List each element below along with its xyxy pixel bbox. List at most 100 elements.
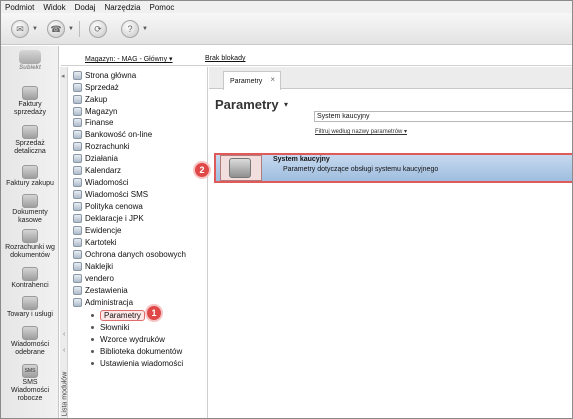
filter-parameters-link[interactable]: Filtruj według nazwy parametrów ▾ — [315, 128, 407, 135]
menu-widok[interactable]: Widok — [43, 3, 65, 12]
app-logo: Subiekt — [7, 50, 53, 78]
app-window: Podmiot Widok Dodaj Narzędzia Pomoc ✉ ▼ … — [0, 0, 573, 419]
declaration-icon — [73, 213, 82, 223]
retail-sale-icon — [22, 125, 38, 139]
label-icon — [73, 261, 82, 271]
menu-podmiot[interactable]: Podmiot — [5, 3, 34, 12]
module-naklejki[interactable]: Naklejki — [73, 261, 113, 271]
module-administracja[interactable]: Administracja — [73, 297, 133, 307]
admin-icon — [73, 297, 82, 307]
logo-text: Subiekt — [19, 65, 41, 71]
module-vendero[interactable]: vendero — [73, 273, 114, 283]
module-ewidencje[interactable]: Ewidencje — [73, 225, 121, 235]
module-rozrachunki[interactable]: Rozrachunki — [73, 141, 129, 151]
module-kartoteki[interactable]: Kartoteki — [73, 237, 117, 247]
bullet-icon — [91, 325, 94, 329]
shortcut-towary-i-uslugi[interactable]: Towary i usługi — [1, 296, 59, 319]
mail-button[interactable]: ✉ ▼ — [11, 20, 38, 38]
module-dzialania[interactable]: Działania — [73, 153, 118, 163]
shortcut-sprzedaz-detaliczna[interactable]: Sprzedaż detaliczna — [1, 125, 59, 156]
bullet-icon — [91, 337, 94, 341]
toolbar-separator — [79, 21, 80, 37]
module-list-vertical-tab[interactable]: ◂ Lista modułów — [60, 67, 69, 418]
toolbar: ✉ ▼ ☎ ▼ ⟳ ? ▼ — [1, 13, 572, 45]
phone-button[interactable]: ☎ ▼ — [47, 20, 74, 38]
chevron-down-icon: ▼ — [32, 26, 38, 32]
module-magazyn[interactable]: Magazyn — [73, 106, 117, 116]
shortcut-wiadomosci-odebrane[interactable]: Wiadomości odebrane — [1, 326, 59, 357]
content-area — [209, 90, 572, 418]
module-wiadomosci-sms[interactable]: Wiadomości SMS — [73, 189, 148, 199]
result-description: Parametry dotyczące obsługi systemu kauc… — [283, 166, 439, 173]
module-bankowosc[interactable]: Bankowość on-line — [73, 129, 152, 139]
menu-dodaj[interactable]: Dodaj — [75, 3, 96, 12]
result-title: System kaucyjny — [273, 156, 330, 163]
tab-parametry[interactable]: Parametry × — [223, 71, 281, 90]
module-wiadomosci[interactable]: Wiadomości — [73, 177, 129, 187]
help-button[interactable]: ? ▼ — [121, 20, 148, 38]
warehouse-icon — [73, 106, 82, 116]
bullet-icon — [91, 361, 94, 365]
module-zakup[interactable]: Zakup — [73, 94, 107, 104]
settlements-icon — [22, 229, 38, 243]
submodule-wzorce-wydrukow[interactable]: Wzorce wydruków — [91, 334, 165, 344]
warehouse-selector[interactable]: Magazyn: - MAG - Główny ▾ — [85, 55, 173, 63]
chevron-down-icon: ▼ — [68, 26, 74, 32]
submodule-biblioteka-dokumentow[interactable]: Biblioteka dokumentów — [91, 346, 182, 356]
callout-badge-1: 1 — [145, 304, 163, 322]
module-kalendarz[interactable]: Kalendarz — [73, 165, 121, 175]
submodule-slowniki[interactable]: Słowniki — [91, 322, 129, 332]
parameter-search-input[interactable] — [314, 111, 572, 122]
logo-icon — [19, 50, 41, 64]
sms-icon: SMS — [22, 364, 38, 378]
lock-status-link[interactable]: Brak blokady — [205, 55, 245, 62]
contractors-icon — [22, 267, 38, 281]
collapse-chevron-icon[interactable]: ‹ — [63, 331, 65, 338]
menu-narzedzia[interactable]: Narzędzia — [105, 3, 141, 12]
bullet-icon — [91, 313, 94, 317]
phone-icon: ☎ — [47, 20, 65, 38]
close-icon[interactable]: × — [270, 75, 275, 84]
parameter-settings-icon — [229, 158, 251, 178]
vendero-icon — [73, 273, 82, 283]
sync-button[interactable]: ⟳ — [89, 20, 107, 38]
home-icon — [73, 70, 82, 80]
shortcut-faktury-sprzedazy[interactable]: Faktury sprzedaży — [1, 86, 59, 117]
module-strona-glowna[interactable]: Strona główna — [73, 70, 136, 80]
chevron-down-icon: ▼ — [142, 26, 148, 32]
module-polityka-cenowa[interactable]: Polityka cenowa — [73, 201, 143, 211]
page-title: Parametry — [215, 97, 279, 112]
pin-icon[interactable]: ◂ — [61, 72, 65, 80]
collapse-chevron-icon[interactable]: ‹ — [63, 347, 65, 354]
sales-icon — [73, 82, 82, 92]
shortcut-kontrahenci[interactable]: Kontrahenci — [1, 267, 59, 290]
folder-icon — [73, 237, 82, 247]
calendar-icon — [73, 165, 82, 175]
help-icon: ? — [121, 20, 139, 38]
records-icon — [73, 225, 82, 235]
submodule-ustawienia-wiadomosci[interactable]: Ustawienia wiadomości — [91, 358, 183, 368]
tab-label: Parametry — [230, 77, 263, 85]
purchase-invoice-icon — [22, 165, 38, 179]
shortcut-sms-wiadomosci-robocze[interactable]: SMS SMS Wiadomości robocze — [1, 364, 59, 403]
chevron-down-icon[interactable]: ▾ — [284, 100, 288, 109]
submodule-parametry[interactable]: Parametry — [91, 309, 145, 321]
module-zestawienia[interactable]: Zestawienia — [73, 285, 128, 295]
messages-icon — [73, 177, 82, 187]
module-ochrona-danych[interactable]: Ochrona danych osobowych — [73, 249, 186, 259]
inbox-icon — [22, 326, 38, 340]
module-finanse[interactable]: Finanse — [73, 117, 113, 127]
shortcut-rozrachunki[interactable]: Rozrachunki wg dokumentów — [1, 229, 59, 260]
sms-icon — [73, 189, 82, 199]
report-icon — [73, 285, 82, 295]
module-deklaracje-jpk[interactable]: Deklaracje i JPK — [73, 213, 144, 223]
actions-icon — [73, 153, 82, 163]
shortcut-dokumenty-kasowe[interactable]: Dokumenty kasowe — [1, 194, 59, 225]
menu-bar: Podmiot Widok Dodaj Narzędzia Pomoc — [1, 1, 572, 13]
module-sprzedaz[interactable]: Sprzedaż — [73, 82, 119, 92]
menu-pomoc[interactable]: Pomoc — [150, 3, 175, 12]
cash-document-icon — [22, 194, 38, 208]
price-tag-icon — [73, 201, 82, 211]
divider — [61, 65, 572, 66]
shortcut-faktury-zakupu[interactable]: Faktury zakupu — [1, 165, 59, 188]
